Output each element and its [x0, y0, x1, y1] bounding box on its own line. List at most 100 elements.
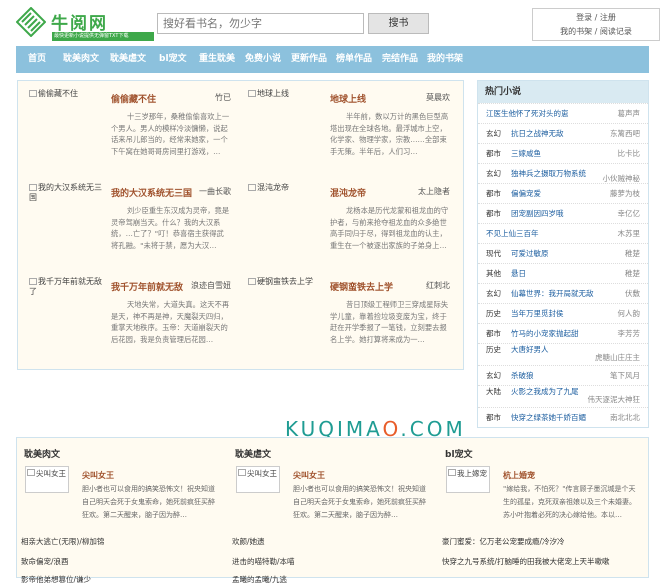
- site-logo[interactable]: 牛阅网 最快更新小说提供无弹窗TXT下载: [16, 7, 154, 41]
- book-author[interactable]: /她遗: [247, 537, 265, 546]
- nav-home[interactable]: 首页: [28, 46, 46, 73]
- list-item[interactable]: 孟曦的孟曦/九逃: [232, 574, 437, 585]
- book-author[interactable]: /冷汐冷: [540, 537, 565, 546]
- novel-title[interactable]: 抗日之战神无敌: [511, 124, 564, 144]
- nav-ranking[interactable]: 榜单作品: [336, 46, 372, 73]
- novel-author[interactable]: 稚楚: [625, 244, 640, 264]
- nav-updated[interactable]: 更新作品: [291, 46, 327, 73]
- bookshelf-history-link[interactable]: 我的书架 / 阅读记录: [533, 25, 659, 39]
- site-name: 牛阅网: [51, 14, 108, 34]
- novel-title[interactable]: 三嫁咸鱼: [511, 144, 541, 164]
- book-author[interactable]: 红刺北: [426, 280, 450, 291]
- nav-bl-chongwen[interactable]: bl宠文: [159, 46, 187, 73]
- novel-title[interactable]: 大唐好男人: [511, 340, 549, 360]
- book-author[interactable]: 太上隐者: [418, 186, 450, 197]
- book-title[interactable]: 尖叫女王: [293, 470, 325, 481]
- book-cover[interactable]: 我上嫁宠: [446, 466, 490, 493]
- book-title[interactable]: 杭上婚宠: [503, 470, 535, 481]
- book-link[interactable]: 孟曦的孟曦: [232, 575, 270, 584]
- list-item[interactable]: 欢颜/她遗: [232, 536, 437, 547]
- novel-author[interactable]: 何人韵: [618, 304, 641, 324]
- novel-author[interactable]: 南北北北: [610, 408, 640, 428]
- book-title[interactable]: 尖叫女王: [82, 470, 114, 481]
- novel-title[interactable]: 独神兵之摄取万物系统: [511, 164, 586, 184]
- list-item[interactable]: 影帝他弟想篡位/谦少: [21, 574, 226, 585]
- novel-author[interactable]: 伟天逐泥大神狂: [588, 395, 641, 405]
- novel-author[interactable]: 东篱西吧: [610, 124, 640, 144]
- book-cover[interactable]: 尖叫女王: [25, 466, 69, 493]
- book-link[interactable]: 相亲大逃亡(无限): [21, 537, 79, 546]
- book-cover[interactable]: 我千万年前就无敌了: [29, 277, 106, 307]
- book-title[interactable]: 硬钢蛮铁去上学: [330, 280, 393, 293]
- novel-title[interactable]: 悬日: [511, 264, 526, 284]
- nav-danmei-rouwen[interactable]: 耽美肉文: [63, 46, 99, 73]
- book-cover[interactable]: 硬钢蛮铁去上学: [248, 277, 325, 307]
- login-register-link[interactable]: 登录 / 注册: [533, 11, 659, 25]
- book-link[interactable]: 影帝他弟想篡位: [21, 575, 74, 584]
- novel-title[interactable]: 可爱过敏原: [511, 244, 549, 264]
- list-item[interactable]: 致命偏宠/浪酉: [21, 556, 226, 567]
- list-item: 都市 竹马的小宠家抛起甜 李芳芳: [478, 323, 648, 343]
- site-header: 牛阅网 最快更新小说提供无弹窗TXT下载 搜书 登录 / 注册 我的书架 / 阅…: [0, 0, 666, 44]
- book-author[interactable]: /九逃: [270, 575, 288, 584]
- novel-author[interactable]: 虎糖山庄庄主: [595, 353, 640, 363]
- book-cover[interactable]: 混沌龙帝: [248, 183, 325, 213]
- book-title[interactable]: 地球上线: [330, 92, 366, 105]
- novel-author[interactable]: 伏敷: [625, 284, 640, 304]
- book-author[interactable]: /本喵: [277, 557, 295, 566]
- novel-author[interactable]: 葛声声: [618, 104, 641, 124]
- book-author[interactable]: 半嗽嗽: [587, 557, 610, 566]
- book-cover[interactable]: 尖叫女王: [236, 466, 280, 493]
- book-cover[interactable]: 地球上线: [248, 89, 325, 119]
- book-cover[interactable]: 我的大汉系统无三国: [29, 183, 106, 213]
- nav-danmei-nuewen[interactable]: 耽美虐文: [110, 46, 146, 73]
- list-item[interactable]: 相亲大逃亡(无限)/柳加锦: [21, 536, 226, 547]
- novel-title[interactable]: 快穿之绿茶她千娇百媚: [511, 408, 586, 428]
- book-link[interactable]: 快穿之九号系统: [442, 557, 495, 566]
- book-author[interactable]: 一曲长歌: [199, 186, 231, 197]
- novel-title[interactable]: 仙幕世界：我开局就无敌: [511, 284, 594, 304]
- book-link[interactable]: 欢颜: [232, 537, 247, 546]
- novel-title[interactable]: 当年万里觅封侯: [511, 304, 564, 324]
- list-item[interactable]: 豪门蜜爱：亿万老公宠要成瘾/冷汐冷: [442, 536, 647, 547]
- list-item[interactable]: 快穿之九号系统/打脑睡的田我被大佬宠上天半嗽嗽: [442, 556, 647, 567]
- novel-title[interactable]: 不见上仙三百年: [486, 224, 539, 244]
- book-author[interactable]: /柳加锦: [79, 537, 104, 546]
- book-link[interactable]: 豪门蜜爱：亿万老公宠要成瘾: [442, 537, 540, 546]
- novel-author[interactable]: 木苏里: [618, 224, 641, 244]
- search-button[interactable]: 搜书: [368, 13, 429, 34]
- book-title[interactable]: 混沌龙帝: [330, 186, 366, 199]
- novel-title[interactable]: 江医生他怀了死对头的崽: [486, 104, 569, 124]
- nav-completed[interactable]: 完结作品: [382, 46, 418, 73]
- book-author[interactable]: /谦少: [74, 575, 92, 584]
- book-author[interactable]: 浪迹自雪妞: [191, 280, 231, 291]
- section-title[interactable]: bl宠文: [445, 447, 473, 460]
- book-title[interactable]: 我千万年前就无敌: [111, 280, 183, 293]
- novel-author[interactable]: 李芳芳: [618, 324, 641, 344]
- book-link[interactable]: 致命偏宠: [21, 557, 51, 566]
- novel-title[interactable]: 火影之我成为了九尾: [511, 382, 579, 402]
- novel-title[interactable]: 团宠副因四岁哦: [511, 204, 564, 224]
- nav-free-novels[interactable]: 免费小说: [245, 46, 281, 73]
- book-author[interactable]: 莫晨欢: [426, 92, 450, 103]
- nav-rebirth-danmei[interactable]: 重生耽美: [199, 46, 235, 73]
- book-title[interactable]: 我的大汉系统无三国: [111, 186, 192, 199]
- book-link[interactable]: 进击的喵特勒: [232, 557, 277, 566]
- book-link[interactable]: 我被大佬宠上天: [535, 557, 588, 566]
- book-author[interactable]: 竹已: [215, 92, 231, 103]
- novel-title[interactable]: 偏偏宠爱: [511, 184, 541, 204]
- novel-author[interactable]: 藤萝为枝: [610, 184, 640, 204]
- novel-author[interactable]: 比卡比: [618, 144, 641, 164]
- section-title[interactable]: 耽美肉文: [24, 447, 60, 460]
- search-input[interactable]: [157, 13, 364, 34]
- novel-author[interactable]: 稚楚: [625, 264, 640, 284]
- list-item[interactable]: 进击的喵特勒/本喵: [232, 556, 437, 567]
- book-title[interactable]: 偷偷藏不住: [111, 92, 156, 105]
- book-author[interactable]: /打脑睡的田: [495, 557, 535, 566]
- book-author[interactable]: /浪酉: [51, 557, 69, 566]
- novel-author[interactable]: 幸亿亿: [618, 204, 641, 224]
- novel-author[interactable]: 笔下风月: [610, 366, 640, 386]
- book-cover[interactable]: 偷偷藏不住: [29, 89, 106, 119]
- section-title[interactable]: 耽美虐文: [235, 447, 271, 460]
- nav-my-bookshelf[interactable]: 我的书架: [427, 46, 463, 73]
